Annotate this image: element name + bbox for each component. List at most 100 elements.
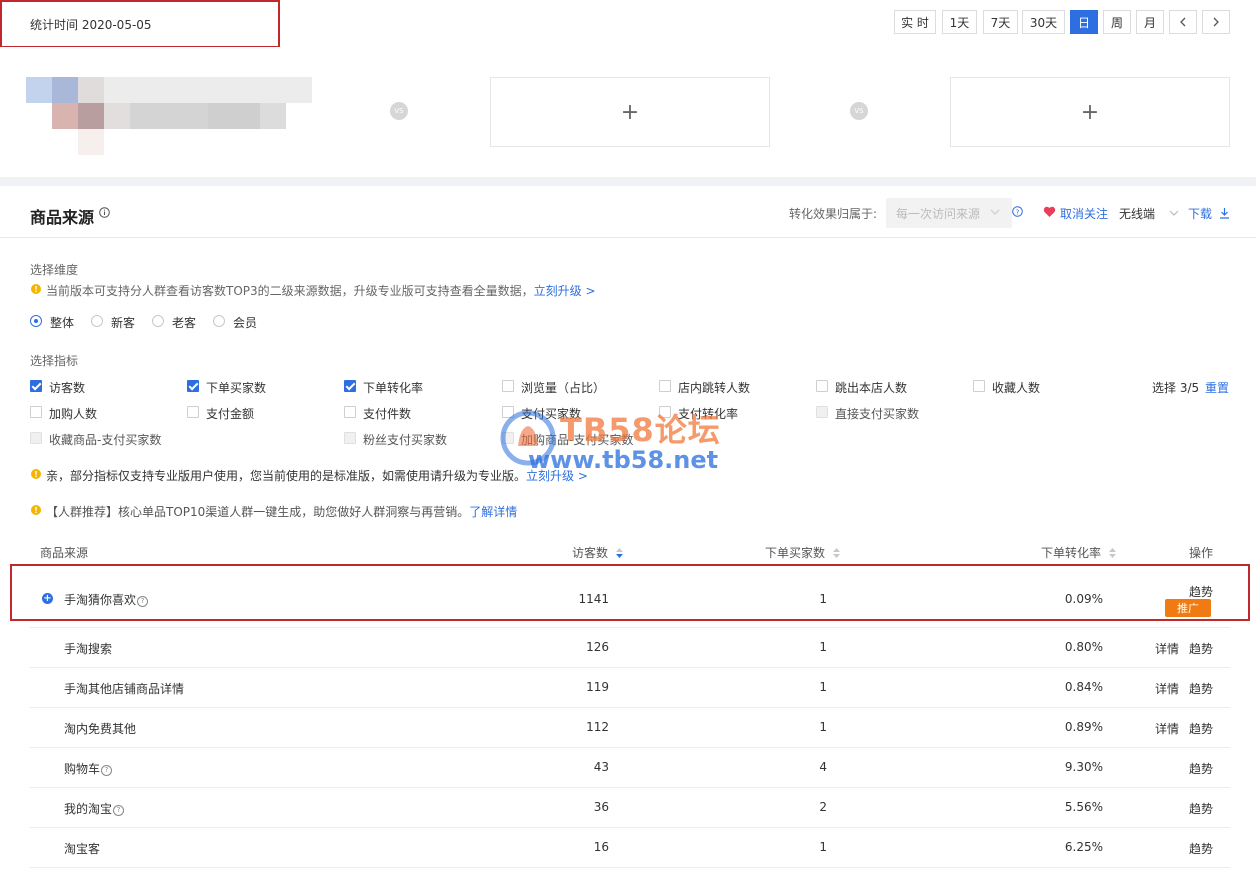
col-header-source: 商品来源 — [40, 546, 89, 560]
metric-checkbox[interactable] — [187, 406, 199, 418]
radio-all[interactable] — [30, 315, 42, 327]
unfollow-link[interactable]: 取消关注 — [1060, 205, 1108, 222]
col-header-rate-label: 下单转化率 — [1041, 546, 1102, 560]
learn-more-link[interactable]: 了解详情 — [469, 505, 517, 519]
metric-label: 下单转化率 — [363, 381, 424, 395]
help-icon[interactable]: ? — [1012, 206, 1023, 220]
metric-label: 访客数 — [49, 381, 86, 395]
time-btn-day[interactable]: 日 — [1070, 10, 1098, 34]
help-icon[interactable]: ? — [137, 596, 149, 607]
metric-label: 直接支付买家数 — [835, 407, 920, 421]
table-row-rate: 0.89% — [1064, 720, 1103, 734]
row-divider — [30, 827, 1230, 828]
metric-checkbox[interactable] — [816, 380, 828, 392]
metric-checkbox — [30, 432, 42, 444]
table-row-rate: 5.56% — [1064, 800, 1103, 814]
metric-checkbox[interactable] — [502, 380, 514, 392]
row-divider — [30, 627, 1230, 628]
metrics-notice-text: 亲，部分指标仅支持专业版用户使用，您当前使用的是标准版，如需使用请升级为专业版。 — [46, 469, 527, 483]
download-icon — [1219, 208, 1229, 219]
metric-checkbox[interactable] — [659, 380, 671, 392]
promo-badge[interactable]: 推广 — [1165, 599, 1211, 617]
reset-link[interactable]: 重置 — [1205, 379, 1229, 396]
time-btn-30day[interactable]: 30天 — [1022, 10, 1065, 34]
trend-link[interactable]: 趋势 — [1189, 720, 1213, 737]
vs-badge: VS — [850, 102, 868, 120]
time-btn-week[interactable]: 周 — [1103, 10, 1131, 34]
device-select[interactable]: 无线端 — [1119, 205, 1179, 222]
trend-link[interactable]: 趋势 — [1189, 800, 1213, 817]
watermark-title: TB58论坛 — [560, 411, 721, 449]
metric-label: 跳出本店人数 — [835, 381, 908, 395]
trend-link[interactable]: 趋势 — [1189, 583, 1213, 600]
add-compare-box-2[interactable]: + — [950, 77, 1230, 147]
col-header-visitors[interactable]: 访客数 — [572, 544, 623, 561]
stat-time: 统计时间 2020-05-05 — [30, 18, 152, 32]
dimension-label: 选择维度 — [30, 263, 79, 277]
table-row-visitors: 119 — [586, 680, 609, 694]
detail-link[interactable]: 详情 — [1155, 680, 1179, 697]
add-compare-box-1[interactable]: + — [490, 77, 770, 147]
table-row-buyers: 1 — [819, 640, 827, 654]
metric-label: 下单买家数 — [206, 381, 267, 395]
time-btn-realtime[interactable]: 实 时 — [894, 10, 936, 34]
table-row-source: 我的淘宝? — [64, 800, 125, 817]
radio-old[interactable] — [152, 315, 164, 327]
table-row-visitors: 112 — [586, 720, 609, 734]
metric-label: 粉丝支付买家数 — [363, 433, 448, 447]
radio-member-label: 会员 — [233, 316, 258, 330]
svg-text:?: ? — [1016, 208, 1020, 216]
table-row-source: 手淘猜你喜欢? — [64, 591, 149, 608]
time-btn-month[interactable]: 月 — [1136, 10, 1164, 34]
metric-checkbox[interactable] — [30, 380, 42, 392]
trend-link[interactable]: 趋势 — [1189, 680, 1213, 697]
radio-old-label: 老客 — [172, 316, 197, 330]
next-button[interactable] — [1202, 10, 1230, 34]
chevron-down-icon — [1169, 210, 1179, 216]
metric-checkbox[interactable] — [973, 380, 985, 392]
download-label: 下载 — [1188, 207, 1213, 221]
source-label: 购物车 — [64, 762, 101, 776]
radio-new[interactable] — [91, 315, 103, 327]
expand-icon[interactable]: + — [42, 593, 53, 604]
table-row-buyers: 1 — [819, 720, 827, 734]
metric-checkbox[interactable] — [344, 380, 356, 392]
trend-link[interactable]: 趋势 — [1189, 640, 1213, 657]
detail-link[interactable]: 详情 — [1155, 640, 1179, 657]
metrics-label: 选择指标 — [30, 354, 79, 368]
metrics-notice: 亲，部分指标仅支持专业版用户使用，您当前使用的是标准版，如需使用请升级为专业版。… — [46, 467, 588, 484]
metric-checkbox[interactable] — [344, 406, 356, 418]
col-header-rate[interactable]: 下单转化率 — [1041, 544, 1116, 561]
info-icon[interactable] — [99, 207, 110, 221]
help-icon[interactable]: ? — [113, 805, 125, 816]
metric-count: 选择 3/5 — [1152, 381, 1200, 395]
dimension-notice-text: 当前版本可支持分人群查看访客数TOP3的二级来源数据，升级专业版可支持查看全量数… — [46, 284, 534, 298]
radio-member[interactable] — [213, 315, 225, 327]
upgrade-link[interactable]: 立刻升级 > — [534, 284, 596, 298]
time-btn-7day[interactable]: 7天 — [983, 10, 1018, 34]
vs-badge: VS — [390, 102, 408, 120]
warning-icon: ! — [31, 284, 41, 294]
attribution-value: 每一次访问来源 — [896, 206, 981, 221]
warning-icon: ! — [31, 469, 41, 479]
trend-link[interactable]: 趋势 — [1189, 840, 1213, 857]
prev-button[interactable] — [1169, 10, 1197, 34]
metric-label: 加购人数 — [49, 407, 98, 421]
col-header-buyers-label: 下单买家数 — [765, 546, 826, 560]
metric-checkbox[interactable] — [30, 406, 42, 418]
watermark-url: www.tb58.net — [528, 446, 719, 474]
download-link[interactable]: 下载 — [1188, 205, 1230, 222]
trend-link[interactable]: 趋势 — [1189, 760, 1213, 777]
metric-checkbox[interactable] — [187, 380, 199, 392]
table-row-visitors: 43 — [593, 760, 609, 774]
chevron-down-icon — [990, 209, 1000, 215]
col-header-actions: 操作 — [1189, 546, 1214, 560]
col-header-buyers[interactable]: 下单买家数 — [765, 544, 840, 561]
metric-label: 店内跳转人数 — [678, 381, 751, 395]
device-value: 无线端 — [1119, 207, 1156, 221]
time-btn-1day[interactable]: 1天 — [942, 10, 977, 34]
help-icon[interactable]: ? — [101, 765, 113, 776]
detail-link[interactable]: 详情 — [1155, 720, 1179, 737]
attribution-select[interactable]: 每一次访问来源 — [886, 198, 1012, 228]
metric-label: 收藏人数 — [992, 381, 1041, 395]
